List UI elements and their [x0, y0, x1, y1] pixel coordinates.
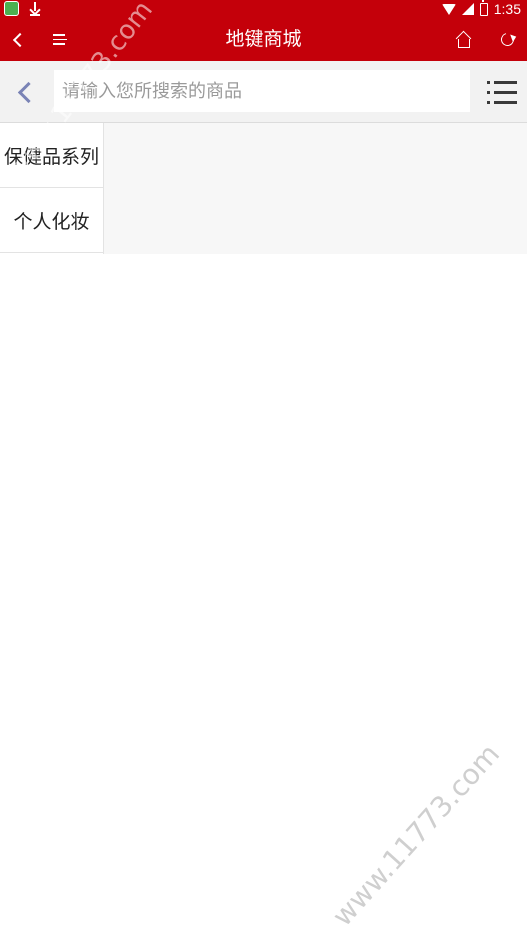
status-time: 1:35: [493, 1, 521, 17]
home-button[interactable]: [443, 18, 483, 61]
refresh-icon: [498, 30, 516, 49]
menu-button[interactable]: [40, 18, 80, 61]
search-input[interactable]: [54, 70, 470, 112]
app-notification-icon: [4, 1, 19, 16]
category-item-cosmetics[interactable]: 个人化妆: [0, 188, 103, 253]
back-button[interactable]: [0, 18, 40, 61]
list-menu-icon: [486, 80, 517, 104]
watermark-bottom: www.11773.com: [325, 737, 507, 933]
status-left: [4, 1, 41, 16]
download-icon: [29, 1, 41, 16]
chevron-left-icon: [17, 81, 39, 103]
app-header: 地键商城: [0, 18, 527, 61]
category-menu-button[interactable]: [476, 61, 527, 123]
status-bar: 1:35: [0, 0, 527, 18]
home-icon: [455, 32, 471, 48]
battery-icon: [479, 0, 488, 16]
status-right: 1:35: [441, 0, 521, 18]
wifi-icon: [441, 3, 456, 15]
refresh-button[interactable]: [487, 18, 527, 61]
menu-icon: [53, 34, 67, 45]
back-icon: [12, 32, 28, 47]
signal-icon: [461, 3, 474, 15]
category-label: 个人化妆: [13, 210, 90, 233]
product-panel: [103, 123, 527, 254]
